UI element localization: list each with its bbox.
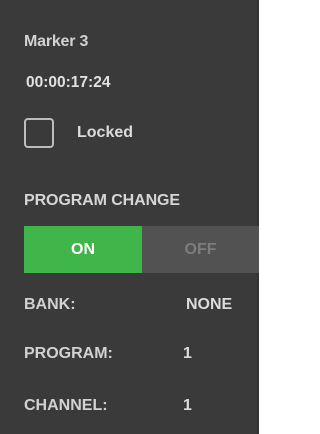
channel-label: CHANNEL:	[24, 397, 108, 414]
program-label: PROGRAM:	[24, 345, 113, 362]
program-value[interactable]: 1	[183, 345, 192, 363]
program-change-off-button[interactable]: OFF	[142, 226, 259, 273]
locked-checkbox-row[interactable]: Locked	[24, 118, 224, 152]
locked-checkbox[interactable]	[24, 118, 54, 148]
bank-label: BANK:	[24, 296, 76, 313]
channel-value[interactable]: 1	[183, 397, 192, 415]
bank-value[interactable]: NONE	[186, 296, 232, 314]
marker-name[interactable]: Marker 3	[24, 33, 88, 51]
panel-body: Marker 3 00:00:17:24 Locked PROGRAM CHAN…	[0, 0, 259, 434]
locked-label[interactable]: Locked	[77, 124, 133, 142]
marker-inspector-panel: Marker 3 00:00:17:24 Locked PROGRAM CHAN…	[0, 0, 266, 434]
panel-edge	[259, 0, 266, 434]
marker-timecode[interactable]: 00:00:17:24	[26, 74, 110, 92]
program-change-title: PROGRAM CHANGE	[24, 192, 180, 209]
program-change-toggle[interactable]: ON OFF	[24, 226, 259, 273]
program-change-on-button[interactable]: ON	[24, 226, 142, 273]
